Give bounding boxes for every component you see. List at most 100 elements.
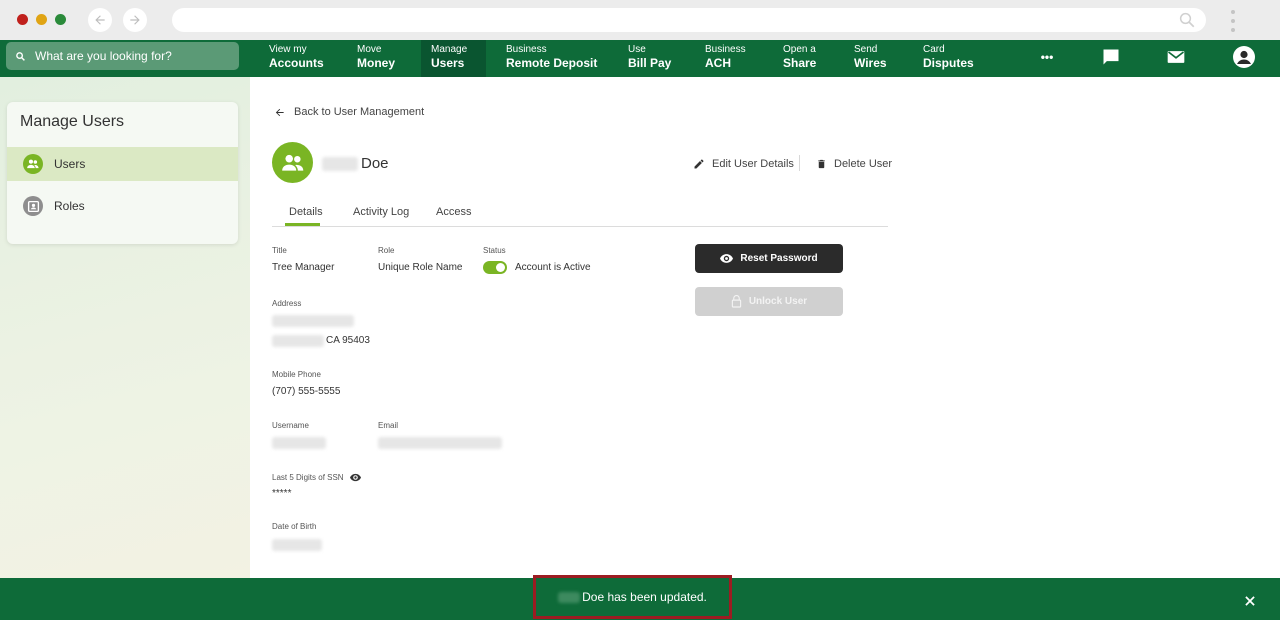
window-maximize-dot[interactable] xyxy=(55,14,66,25)
nav-item-label: Wires xyxy=(854,56,887,70)
eye-icon[interactable] xyxy=(350,473,361,482)
mobile-phone-value: (707) 555-5555 xyxy=(272,386,341,397)
arrow-right-icon xyxy=(130,15,140,25)
username-label: Username xyxy=(272,421,309,430)
nav-item-caption: Card xyxy=(923,44,945,55)
address-state-zip: CA 95403 xyxy=(326,335,370,346)
nav-item-caption: Business xyxy=(506,44,547,55)
close-icon xyxy=(1245,596,1255,606)
nav-item-label: Disputes xyxy=(923,56,974,70)
nav-item-users[interactable]: Manage Users xyxy=(421,40,486,77)
nav-item-ach[interactable]: Business ACH xyxy=(695,40,765,77)
delete-user-label: Delete User xyxy=(834,158,893,170)
browser-toolbar xyxy=(0,0,1280,40)
nav-item-bill-pay[interactable]: Use Bill Pay xyxy=(618,40,688,77)
nav-item-label: Money xyxy=(357,56,396,70)
nav-item-wires[interactable]: Send Wires xyxy=(844,40,906,77)
window-minimize-dot[interactable] xyxy=(36,14,47,25)
nav-item-label: Share xyxy=(783,56,817,70)
nav-item-label: Bill Pay xyxy=(628,56,672,70)
chat-bubble-icon xyxy=(1103,49,1119,65)
ssn-value: ***** xyxy=(272,488,292,499)
trash-icon xyxy=(818,159,825,169)
browser-menu-icon[interactable] xyxy=(1230,10,1236,32)
address-bar[interactable] xyxy=(172,8,1206,32)
nav-item-share[interactable]: Open a Share xyxy=(773,40,839,77)
nav-item-label: Users xyxy=(431,56,465,70)
envelope-icon xyxy=(1167,51,1185,63)
title-value: Tree Manager xyxy=(272,262,335,273)
status-value: Account is Active xyxy=(515,262,591,273)
nav-item-label: Remote Deposit xyxy=(506,56,598,70)
nav-item-caption: Send xyxy=(854,44,878,55)
window-close-dot[interactable] xyxy=(17,14,28,25)
nav-item-caption: Open a xyxy=(783,44,816,55)
unlock-user-button[interactable]: Unlock User xyxy=(695,287,843,316)
toast-close-button[interactable] xyxy=(1243,594,1257,608)
users-icon xyxy=(281,154,303,171)
sidebar-item-users[interactable]: Users xyxy=(7,147,238,181)
user-avatar-icon xyxy=(1233,46,1255,68)
role-value: Unique Role Name xyxy=(378,262,463,273)
redacted-first-name xyxy=(558,591,581,603)
browser-back-button[interactable] xyxy=(88,8,112,32)
sidebar-item-label: Users xyxy=(54,157,86,171)
lock-icon xyxy=(731,295,742,308)
search-input[interactable] xyxy=(35,49,225,63)
date-of-birth-label: Date of Birth xyxy=(272,522,317,531)
redacted-city xyxy=(272,335,324,347)
edit-user-details-button[interactable]: Edit User Details xyxy=(693,158,794,170)
user-avatar xyxy=(272,142,313,183)
address-label: Address xyxy=(272,299,302,308)
back-to-user-management-link[interactable]: Back to User Management xyxy=(274,106,424,118)
nav-item-caption: View my xyxy=(269,44,307,55)
tab-activity-log[interactable]: Activity Log xyxy=(353,206,409,218)
back-link-label: Back to User Management xyxy=(294,106,425,118)
reset-password-label: Reset Password xyxy=(740,253,818,264)
ssn-label: Last 5 Digits of SSN xyxy=(272,473,344,482)
search-icon xyxy=(16,51,25,61)
status-label: Status xyxy=(483,246,506,255)
messages-button[interactable] xyxy=(1099,46,1123,68)
toast-message-text: Doe has been updated. xyxy=(582,590,707,604)
nav-item-disputes[interactable]: Card Disputes xyxy=(913,40,987,77)
sidebar-item-label: Roles xyxy=(54,199,85,213)
nav-item-caption: Business xyxy=(705,44,746,55)
toast-message: Doe has been updated. xyxy=(533,575,732,619)
arrow-left-icon xyxy=(95,15,105,25)
redacted-date-of-birth xyxy=(272,539,322,551)
global-search[interactable] xyxy=(6,42,239,70)
nav-item-caption: Use xyxy=(628,44,646,55)
action-divider xyxy=(799,155,800,171)
more-menu-icon[interactable]: ••• xyxy=(1032,46,1062,68)
id-badge-icon xyxy=(23,196,43,216)
tab-details[interactable]: Details xyxy=(289,206,323,218)
role-label: Role xyxy=(378,246,395,255)
mobile-phone-label: Mobile Phone xyxy=(272,370,321,379)
user-last-name: Doe xyxy=(361,155,389,172)
profile-button[interactable] xyxy=(1231,46,1257,68)
mail-button[interactable] xyxy=(1164,46,1188,68)
reset-password-button[interactable]: Reset Password xyxy=(695,244,843,273)
eye-icon xyxy=(720,254,734,263)
tab-access[interactable]: Access xyxy=(436,206,471,218)
users-icon xyxy=(23,154,43,174)
nav-item-money[interactable]: Move Money xyxy=(347,40,415,77)
nav-item-caption: Manage xyxy=(431,44,468,55)
search-icon xyxy=(1179,12,1195,28)
sidebar-item-roles[interactable]: Roles xyxy=(7,189,238,223)
browser-forward-button[interactable] xyxy=(123,8,147,32)
arrow-left-icon xyxy=(275,108,284,116)
nav-item-accounts[interactable]: View my Accounts xyxy=(259,40,341,77)
unlock-user-label: Unlock User xyxy=(748,296,808,307)
nav-item-remote-deposit[interactable]: Business Remote Deposit xyxy=(496,40,606,77)
sidebar-menu: Manage Users Users Roles xyxy=(7,102,238,244)
title-label: Title xyxy=(272,246,287,255)
redacted-email xyxy=(378,437,502,449)
sidebar-title: Manage Users xyxy=(20,113,125,130)
user-full-name: Doe xyxy=(322,155,389,172)
delete-user-button[interactable]: Delete User xyxy=(816,158,892,170)
edit-user-label: Edit User Details xyxy=(712,158,794,170)
nav-item-label: Accounts xyxy=(269,56,324,70)
status-toggle[interactable] xyxy=(483,261,507,274)
